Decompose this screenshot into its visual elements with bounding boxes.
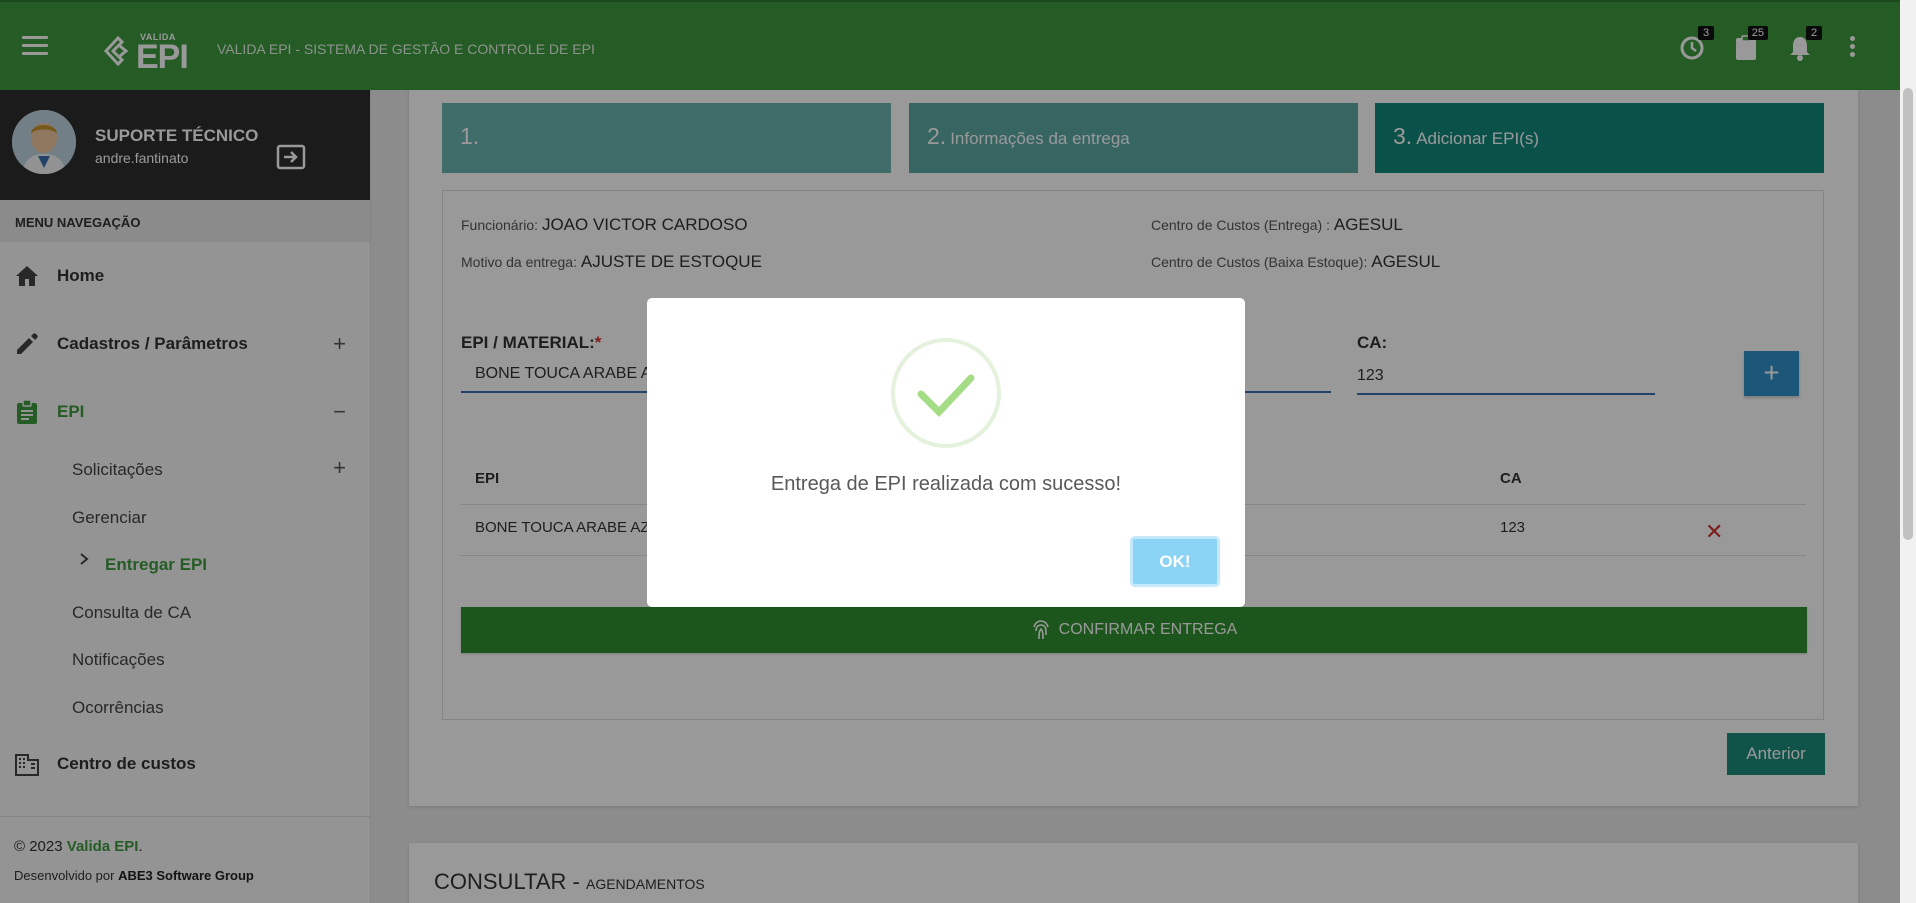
modal-overlay[interactable]: Entrega de EPI realizada com sucesso! OK… (0, 0, 1900, 903)
success-dialog: Entrega de EPI realizada com sucesso! OK… (647, 298, 1245, 607)
scrollbar-thumb[interactable] (1903, 88, 1913, 540)
dialog-message: Entrega de EPI realizada com sucesso! (770, 473, 1122, 495)
page-scrollbar[interactable] (1900, 0, 1916, 903)
ok-button[interactable]: OK! (1130, 536, 1220, 587)
checkmark-icon (917, 374, 975, 418)
success-icon (891, 338, 1001, 448)
